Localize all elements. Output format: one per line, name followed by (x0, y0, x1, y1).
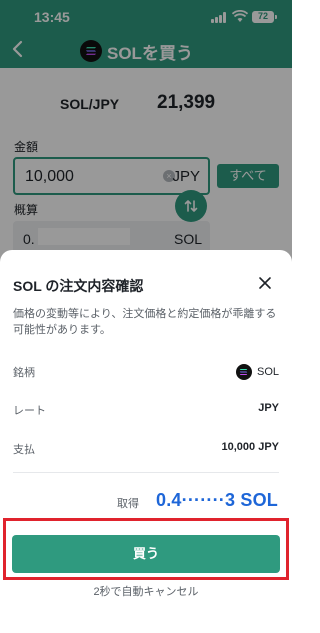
order-confirm-sheet: SOL の注文内容確認 価格の変動等により、注文価格と約定価格が乖離する可能性が… (0, 250, 292, 633)
rate-value: JPY (258, 402, 279, 414)
symbol-text: SOL (256, 366, 279, 378)
receive-label: 取得 (117, 498, 139, 510)
auto-cancel-text: 2秒で自動キャンセル (93, 586, 199, 598)
price-notice: 価格の変動等により、注文価格と約定価格が乖離する可能性があります。 (13, 308, 277, 336)
symbol-value: SOL (235, 362, 279, 382)
row-label: 銘柄 (13, 367, 35, 379)
solana-logo-icon (235, 364, 252, 380)
payment-value: 10,000 JPY (221, 441, 280, 453)
row-symbol: 銘柄 SOL (13, 362, 279, 382)
row-label: 支払 (13, 444, 35, 456)
sheet-title: SOL の注文内容確認 (13, 278, 144, 294)
row-label: レート (13, 405, 46, 417)
row-payment: 支払 10,000 JPY (13, 439, 279, 459)
buy-button[interactable]: 買う (12, 535, 280, 573)
divider (13, 472, 279, 473)
close-icon[interactable] (256, 274, 274, 292)
receive-value: 0.4·······3 SOL (156, 490, 278, 510)
row-rate: レート JPY (13, 400, 279, 420)
